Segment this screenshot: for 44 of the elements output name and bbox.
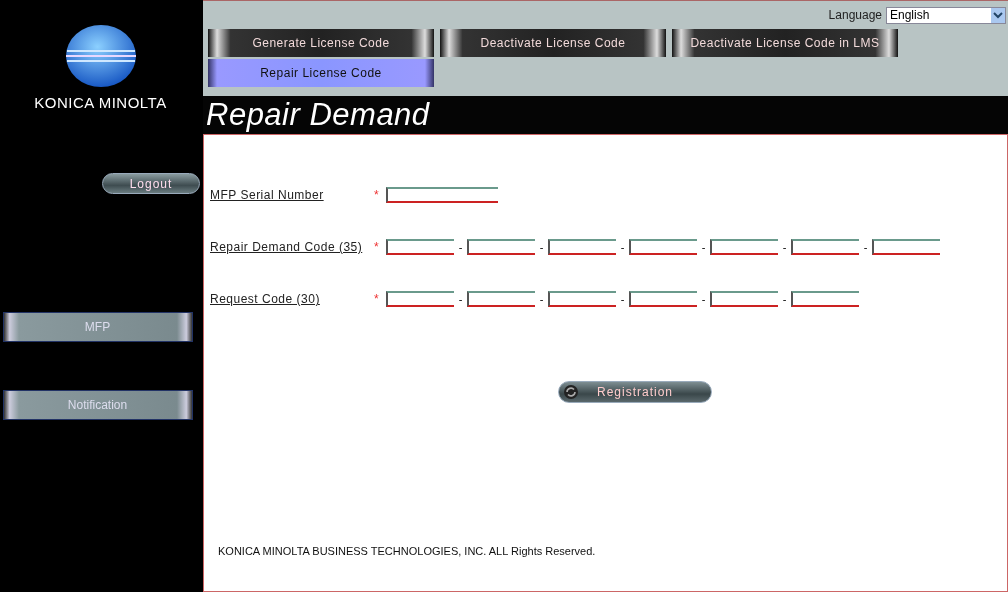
dash-separator: - [781,293,788,305]
dash-separator: - [538,241,545,253]
language-label: Language [828,8,882,22]
input-field[interactable] [710,239,778,255]
input-field[interactable] [386,187,498,203]
page-title: Repair Demand [205,97,430,133]
tab[interactable]: Deactivate License Code [440,29,666,57]
input-field[interactable] [791,291,859,307]
language-dropdown[interactable]: English [886,6,1006,24]
input-field[interactable] [710,291,778,307]
dash-separator: - [700,241,707,253]
field-label[interactable]: Repair Demand Code (35) [210,240,374,254]
input-field[interactable] [467,291,535,307]
input-field[interactable] [386,239,454,255]
refresh-icon [563,384,579,400]
input-field[interactable] [629,239,697,255]
dash-separator: - [457,293,464,305]
required-asterisk: * [374,292,380,306]
dash-separator: - [619,241,626,253]
dash-separator: - [457,241,464,253]
copyright-text: KONICA MINOLTA BUSINESS TECHNOLOGIES, INC. ALL Rights Reserved. [217,545,597,557]
input-field[interactable] [629,291,697,307]
input-field[interactable] [791,239,859,255]
field-label[interactable]: Request Code (30) [210,292,374,306]
tab[interactable]: Repair License Code [208,59,434,87]
required-asterisk: * [374,240,380,254]
field-label[interactable]: MFP Serial Number [210,188,374,202]
input-field[interactable] [548,239,616,255]
dash-separator: - [700,293,707,305]
company-logo-text: KONICA MINOLTA [34,94,167,111]
tab[interactable]: Generate License Code [208,29,434,57]
registration-button[interactable]: Registration [558,381,712,403]
globe-logo-icon [64,24,137,88]
input-field[interactable] [386,291,454,307]
dash-separator: - [781,241,788,253]
required-asterisk: * [374,188,380,202]
dash-separator: - [538,293,545,305]
dash-separator: - [862,241,869,253]
input-field[interactable] [467,239,535,255]
dash-separator: - [619,293,626,305]
input-field[interactable] [548,291,616,307]
tab[interactable]: Deactivate License Code in LMS [672,29,898,57]
logout-button[interactable]: Logout [102,173,200,194]
input-field[interactable] [872,239,940,255]
